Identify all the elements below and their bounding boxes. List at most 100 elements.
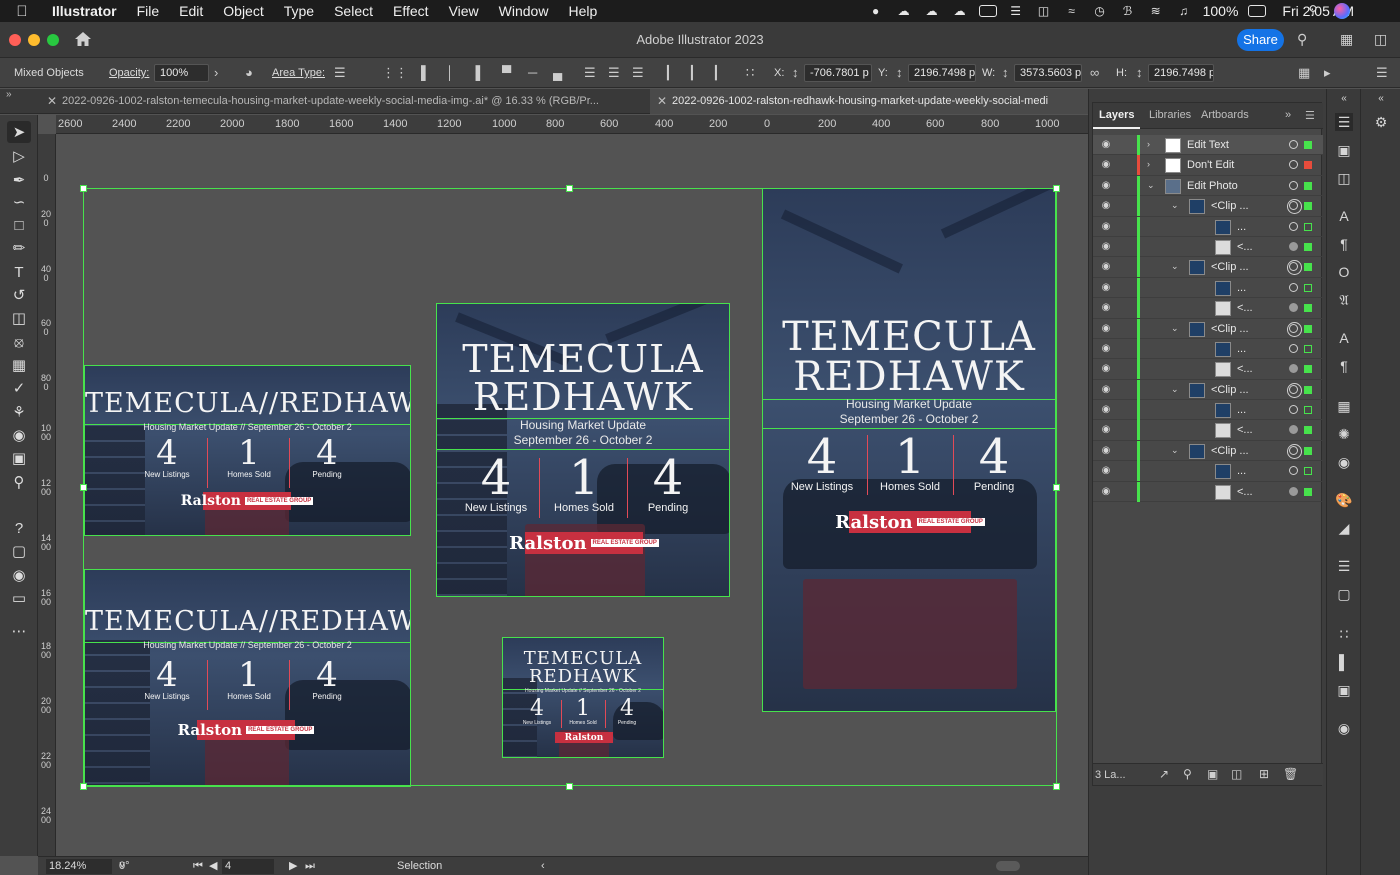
- menu-app-name[interactable]: Illustrator: [44, 3, 127, 19]
- visibility-eye-icon[interactable]: ◉: [1099, 240, 1113, 254]
- new-layer-icon[interactable]: ⊞: [1259, 767, 1269, 781]
- stat-homes-sold[interactable]: 1 Homes Sold: [545, 454, 623, 514]
- visibility-eye-icon[interactable]: ◉: [1099, 383, 1113, 397]
- h-stepper-icon[interactable]: ↕: [1136, 65, 1143, 80]
- tab-layers[interactable]: Layers: [1092, 109, 1142, 129]
- visibility-eye-icon[interactable]: ◉: [1099, 199, 1113, 213]
- new-sublayer-icon[interactable]: ◫: [1231, 767, 1242, 781]
- selection-indicator[interactable]: [1304, 263, 1312, 272]
- layer-name[interactable]: <Clip ...: [1211, 200, 1249, 212]
- layer-row[interactable]: ◉...: [1093, 400, 1323, 421]
- drive-icon[interactable]: ◫: [1035, 4, 1053, 18]
- rotate-tool-icon[interactable]: ↺: [7, 284, 31, 306]
- libraries-panel-icon[interactable]: ▣: [1335, 141, 1353, 159]
- siri-icon[interactable]: [1334, 3, 1350, 19]
- resize-handle-top[interactable]: [566, 185, 573, 192]
- y-field[interactable]: 2196.7498 p: [908, 64, 976, 82]
- last-artboard-icon[interactable]: ⏭: [302, 859, 315, 874]
- artboard-landscape-1[interactable]: TEMECULA//REDHAWK Housing Market Update …: [84, 365, 411, 536]
- layer-row[interactable]: ◉...: [1093, 338, 1323, 360]
- layer-row[interactable]: ◉ ⌄ <Clip ...: [1093, 318, 1323, 339]
- visibility-eye-icon[interactable]: ◉: [1099, 260, 1113, 274]
- align-middle-icon[interactable]: ─: [528, 65, 537, 80]
- target-icon[interactable]: [1289, 343, 1298, 353]
- menu-select[interactable]: Select: [324, 3, 383, 19]
- layer-row[interactable]: ◉ ⌄ <Clip ...: [1093, 257, 1323, 278]
- visibility-eye-icon[interactable]: ◉: [1099, 423, 1113, 437]
- selection-indicator[interactable]: [1304, 446, 1312, 455]
- document-canvas[interactable]: TEMECULA//REDHAWK Housing Market Update …: [56, 134, 1088, 856]
- distribute-left-icon[interactable]: ┃: [664, 65, 672, 81]
- visibility-eye-icon[interactable]: ◉: [1099, 220, 1113, 234]
- layer-row[interactable]: ◉ <...: [1093, 298, 1323, 319]
- rotation-field[interactable]: 0°: [116, 859, 176, 874]
- headline-text[interactable]: TEMECULA//REDHAWK: [85, 608, 410, 635]
- first-artboard-icon[interactable]: ⏮: [190, 859, 203, 874]
- notes-icon[interactable]: [978, 5, 997, 17]
- selection-indicator[interactable]: [1304, 283, 1312, 292]
- opacity-field[interactable]: 100%: [154, 64, 209, 82]
- distribute-right-icon[interactable]: ┃: [712, 65, 720, 81]
- distribute-middle-icon[interactable]: ☰: [608, 65, 620, 81]
- eraser-tool-icon[interactable]: ◫: [7, 307, 31, 329]
- headline-line-1[interactable]: TEMECULA: [763, 317, 1055, 357]
- time-machine-icon[interactable]: ◷: [1091, 4, 1109, 18]
- target-icon[interactable]: [1289, 364, 1298, 374]
- layer-row[interactable]: ◉...: [1093, 461, 1323, 482]
- cloud-icon-3[interactable]: ☁: [951, 4, 969, 18]
- menu-window[interactable]: Window: [489, 3, 559, 19]
- layer-name[interactable]: ...: [1237, 221, 1246, 233]
- layer-row[interactable]: ◉ <...: [1093, 236, 1323, 258]
- reference-point-icon[interactable]: ∷: [746, 65, 754, 81]
- x-stepper-icon[interactable]: ↕: [792, 65, 799, 80]
- layer-name[interactable]: <Clip ...: [1211, 445, 1249, 457]
- distribute-bottom-icon[interactable]: ☰: [632, 65, 644, 81]
- paragraph-styles-icon[interactable]: ¶: [1335, 357, 1353, 375]
- clipping-mask-icon[interactable]: ▣: [1207, 767, 1218, 781]
- layer-name[interactable]: <Clip ...: [1211, 384, 1249, 396]
- chevron-right-icon[interactable]: ›: [214, 65, 218, 80]
- bluetooth-icon[interactable]: ℬ: [1119, 4, 1137, 18]
- visibility-eye-icon[interactable]: ◉: [1099, 281, 1113, 295]
- resize-handle-bottom[interactable]: [566, 783, 573, 790]
- menu-view[interactable]: View: [439, 3, 489, 19]
- layer-name[interactable]: <...: [1237, 241, 1253, 253]
- target-icon[interactable]: [1289, 405, 1298, 415]
- subtitle-text[interactable]: Housing Market Update // September 26 - …: [503, 688, 663, 694]
- visibility-eye-icon[interactable]: ◉: [1099, 138, 1113, 152]
- visibility-eye-icon[interactable]: ◉: [1099, 362, 1113, 376]
- creative-cloud-icon[interactable]: ●: [867, 4, 885, 18]
- visibility-eye-icon[interactable]: ◉: [1099, 403, 1113, 417]
- next-artboard-icon[interactable]: ▶: [286, 859, 297, 874]
- chevron-down-icon[interactable]: ⌄: [1171, 384, 1179, 395]
- pathfinder-panel-icon[interactable]: ▣: [1335, 681, 1353, 699]
- h-field[interactable]: 2196.7498 p: [1148, 64, 1214, 82]
- type-tool-icon[interactable]: T: [7, 261, 31, 283]
- artboard-number-field[interactable]: 4: [222, 859, 274, 874]
- menu-type[interactable]: Type: [274, 3, 324, 19]
- cloud-icon[interactable]: ☁: [895, 4, 913, 18]
- target-icon[interactable]: [1289, 486, 1298, 496]
- control-bar-menu-icon[interactable]: ☰: [1376, 65, 1388, 81]
- apple-icon[interactable]: : [0, 3, 44, 20]
- chevron-right-icon[interactable]: ›: [1147, 139, 1150, 149]
- spotlight-search-icon[interactable]: ⚲: [1304, 3, 1322, 17]
- collapse-strip-icon[interactable]: «: [1372, 89, 1390, 107]
- align-center-icon[interactable]: │: [446, 65, 454, 80]
- selection-indicator[interactable]: [1304, 406, 1312, 415]
- appearance-panel-icon[interactable]: ◉: [1335, 719, 1353, 737]
- stat-pending[interactable]: 4 Pending: [629, 454, 707, 514]
- tab-temecula-document[interactable]: ✕ 2022-0926-1002-ralston-temecula-housin…: [40, 89, 648, 114]
- symbols-panel-icon[interactable]: ◉: [1335, 453, 1353, 471]
- previous-artboard-icon[interactable]: ◀: [206, 859, 217, 874]
- subtitle-text[interactable]: Housing Market Update // September 26 - …: [85, 640, 410, 650]
- visibility-eye-icon[interactable]: ◉: [1099, 301, 1113, 315]
- share-button[interactable]: Share: [1237, 29, 1284, 51]
- align-to-icon[interactable]: ⋮⋮: [382, 65, 408, 81]
- align-top-icon[interactable]: ▀: [502, 65, 511, 80]
- collapse-toolbar-icon[interactable]: »: [6, 89, 12, 100]
- zap-icon[interactable]: ≈: [1063, 4, 1081, 18]
- visibility-eye-icon[interactable]: ◉: [1099, 322, 1113, 336]
- panel-toggle-icon[interactable]: ◫: [1374, 31, 1392, 47]
- selection-indicator[interactable]: [1304, 161, 1312, 170]
